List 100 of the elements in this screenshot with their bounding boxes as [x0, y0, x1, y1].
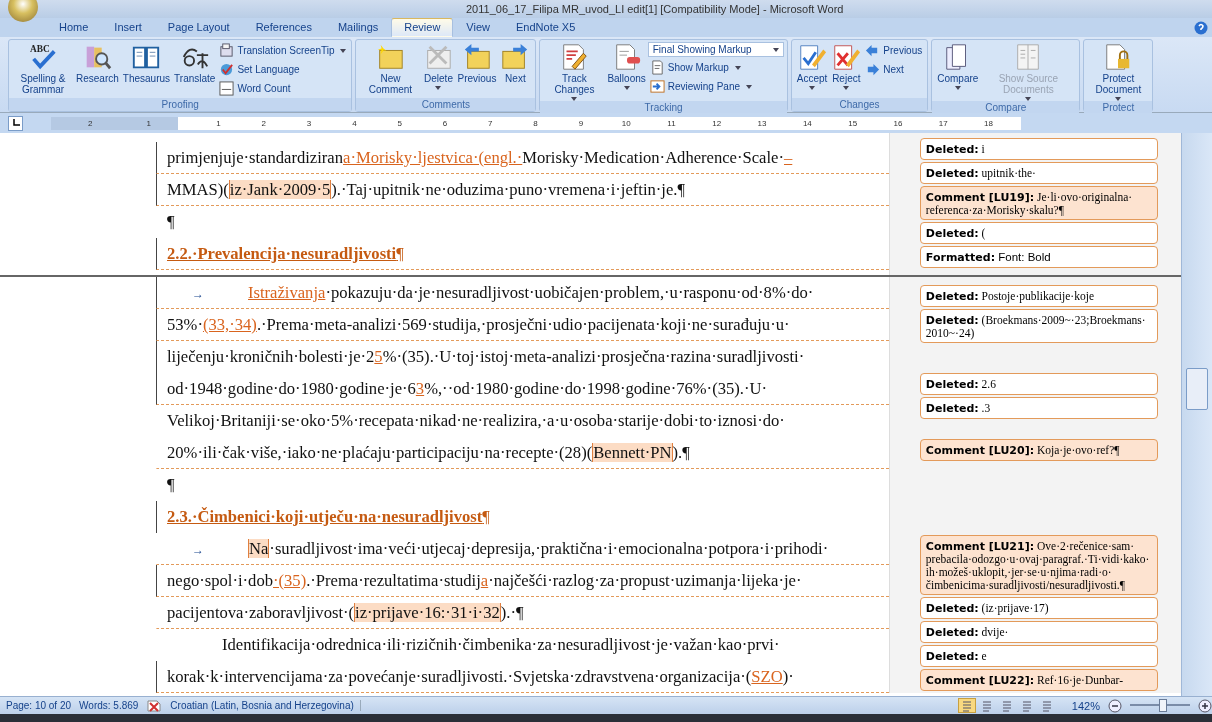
text-line: 53%·(33,·34).·Prema·meta-analizi·569·studija,·prosječni·udio·pacijenata·koji·ne·surađuju·u·: [156, 309, 889, 341]
section-heading: 2.3.·Čimbenici·koji·utječu·na·nesuradljivost¶: [156, 501, 889, 533]
comment-balloon[interactable]: Comment [LU19]: Je·li·ovo·originalna·referenca·za·Morisky·skalu?¶: [919, 186, 1158, 220]
markup-dropdown[interactable]: Final Showing Markup: [647, 42, 784, 57]
ribbon-button[interactable]: Research: [74, 42, 121, 84]
section-heading: 2.2.·Prevalencija·nesuradljivosti¶: [156, 238, 889, 270]
reviewing-pane-icon: [649, 79, 665, 94]
zoom-level[interactable]: 142%: [1071, 699, 1100, 712]
ribbon-tab[interactable]: Insert: [101, 18, 155, 37]
ribbon-button[interactable]: Protect Document: [1087, 42, 1150, 101]
revision-balloon[interactable]: Deleted: (iz·prijave·17): [919, 597, 1158, 619]
ribbon-button[interactable]: Reject: [829, 42, 864, 90]
ribbon-button[interactable]: Previous: [863, 42, 925, 59]
comment-balloon[interactable]: Comment [LU22]: Ref·16·je·Dunbar-: [919, 669, 1158, 691]
ribbon-tab[interactable]: Review: [391, 18, 454, 37]
ribbon-tab[interactable]: References: [242, 18, 325, 37]
text-line: pacijentova·zaboravljivost·(iz·prijave·16:·31·i·32).·¶: [156, 597, 889, 629]
word-count[interactable]: Words: 5.869: [79, 700, 139, 711]
ruler-number: 17: [938, 118, 948, 128]
ribbon-tab[interactable]: EndNote X5: [503, 18, 589, 37]
ruler-number: 3: [305, 118, 313, 128]
text-line: → Na·suradljivost·ima·veći·utjecaj·depresija,·praktična·i·emocionalna·potpora·i·prihodi·: [156, 533, 889, 565]
comment-balloon[interactable]: Comment [LU20]: Koja·je·ovo·ref?¶: [919, 439, 1158, 461]
text-line: Identifikacija·odrednica·ili·rizičnih·čimbenika·za·nesuradljivost·je·važan·kao·prvi·: [221, 634, 781, 656]
zoom-in-icon[interactable]: [1198, 698, 1212, 713]
ribbon-button[interactable]: Next: [863, 61, 925, 78]
text-line: primjenjuje·standardizirana·Morisky·ljestvica·(engl.·Morisky·Medication·Adherence·Scale·–: [156, 142, 889, 174]
word-count-icon: [219, 81, 235, 96]
next-change-icon: [865, 62, 881, 77]
comment-balloon[interactable]: Comment [LU21]: Ove·2·rečenice·sam·prebacila·odozgo·u·ovaj·paragraf.·Ti·vidi·kako·ih·možeš·uklopit,·jer·se·u·njima·radi·o·čimbenicima·suradljivosti/nesuradljivosti.¶: [919, 535, 1158, 595]
ribbon-button[interactable]: Next: [498, 42, 533, 84]
revision-balloon[interactable]: Deleted: e: [919, 645, 1158, 667]
revision-balloon[interactable]: Formatted: Font: Bold: [919, 246, 1158, 268]
tab-selector[interactable]: [8, 115, 23, 131]
view-button[interactable]: [957, 698, 976, 713]
ribbon-tab[interactable]: Home: [46, 18, 102, 37]
screentip-icon: [219, 43, 235, 58]
ribbon-button[interactable]: Accept: [794, 42, 830, 90]
caret-icon: [734, 65, 741, 70]
text-line: ¶: [166, 211, 176, 233]
ribbon-button[interactable]: Word Count: [217, 80, 349, 97]
slider-thumb[interactable]: [1159, 699, 1167, 712]
zoom-out-icon[interactable]: [1108, 698, 1122, 713]
ribbon-tab[interactable]: Page Layout: [154, 18, 243, 37]
ribbon-button[interactable]: Set Language: [217, 61, 349, 78]
text-line: 20%·ili·čak·više,·iako·ne·plaćaju·participaciju·na·recepte·(28)(Bennett·PN).¶: [156, 437, 889, 469]
markup-icon: [649, 60, 665, 75]
text-line: nego·spol·i·dob·(35).·Prema·rezultatima·studija·najčešći·razlog·za·propust·uzimanja·lijeka·je·: [156, 565, 889, 597]
caret-icon: [623, 86, 630, 90]
revision-balloon[interactable]: Deleted: upitnik·the·: [919, 162, 1158, 184]
page-view-icon: [1040, 699, 1053, 712]
text-line: ¶: [166, 474, 176, 496]
vertical-scrollbar[interactable]: [1181, 133, 1212, 696]
ribbon-button[interactable]: Track Changes: [543, 42, 606, 101]
office-button[interactable]: [8, 0, 38, 22]
ribbon-button[interactable]: Translation ScreenTip: [217, 42, 349, 59]
ruler-number: 15: [848, 118, 858, 128]
group-label: Changes: [791, 98, 928, 111]
ribbon-button[interactable]: ABC Spelling & Grammar: [12, 42, 74, 95]
text-line: od·1948·godine·do·1980·godine·je·63%,··od·1980·godine·do·1998·godine·76%·(35).·U·: [156, 373, 889, 405]
ribbon-button[interactable]: Balloons: [605, 42, 648, 90]
ruler-number: 11: [666, 118, 676, 128]
revision-balloon[interactable]: Deleted: dvije·: [919, 621, 1158, 643]
ruler-number: 8: [532, 118, 539, 128]
revision-balloon[interactable]: Deleted: i: [919, 138, 1158, 160]
reject-icon: [831, 42, 862, 72]
help-icon[interactable]: [1194, 21, 1208, 35]
ribbon-tab[interactable]: Mailings: [324, 18, 392, 37]
ribbon-button[interactable]: Previous: [455, 42, 499, 84]
proofing-icon[interactable]: [146, 698, 163, 713]
revision-balloon[interactable]: Deleted: (: [919, 222, 1158, 244]
caret-icon: [340, 48, 347, 53]
ruler-number: 10: [621, 118, 631, 128]
revision-balloon[interactable]: Deleted: (Broekmans·2009~·23;Broekmans·2010~·24): [919, 309, 1158, 343]
ribbon-button[interactable]: Compare: [935, 42, 981, 90]
ribbon-button[interactable]: Translate: [172, 42, 218, 84]
ruler-number: 12: [712, 118, 722, 128]
caret-icon: [772, 47, 779, 52]
text-line: liječenju·kroničnih·bolesti·je·25%·(35).·U·toj·istoj·meta-analizi·prosječna·razina·suradljivosti·: [156, 341, 889, 373]
language-indicator[interactable]: Croatian (Latin, Bosnia and Herzegovina): [170, 700, 361, 711]
page-view-icon: [980, 699, 993, 712]
revision-balloon[interactable]: Deleted: 2.6: [919, 373, 1158, 395]
ribbon-button[interactable]: Show Markup: [647, 59, 784, 76]
ribbon-button[interactable]: New Comment: [359, 42, 422, 95]
ribbon-button[interactable]: Delete: [421, 42, 456, 90]
text-line: korak·k·intervencijama·za·povećanje·suradljivosti.·Svjetska·zdravstvena·organizacija·(SZO)·: [156, 661, 889, 693]
revision-balloon[interactable]: Deleted: Postoje·publikacije·koje: [919, 285, 1158, 307]
page-view-icon: [1020, 699, 1033, 712]
ruler-number: 5: [396, 118, 403, 128]
page-view-icon: [960, 699, 973, 712]
revision-balloon[interactable]: Deleted: .3: [919, 397, 1158, 419]
caret-icon: [954, 86, 961, 90]
ribbon-tab[interactable]: View: [453, 18, 503, 37]
ribbon-button[interactable]: Reviewing Pane: [647, 78, 784, 95]
ribbon-button[interactable]: Thesaurus: [120, 42, 173, 84]
ruler-number: 7: [487, 118, 494, 128]
ruler-number: 6: [441, 118, 449, 128]
page-count[interactable]: Page: 10 of 20: [6, 700, 72, 711]
ruler-number: 1: [145, 118, 152, 128]
window-title: 2011_06_17_Filipa MR_uvod_LI edit[1] [Compatibility Mode] - Microsoft Word: [466, 3, 844, 15]
